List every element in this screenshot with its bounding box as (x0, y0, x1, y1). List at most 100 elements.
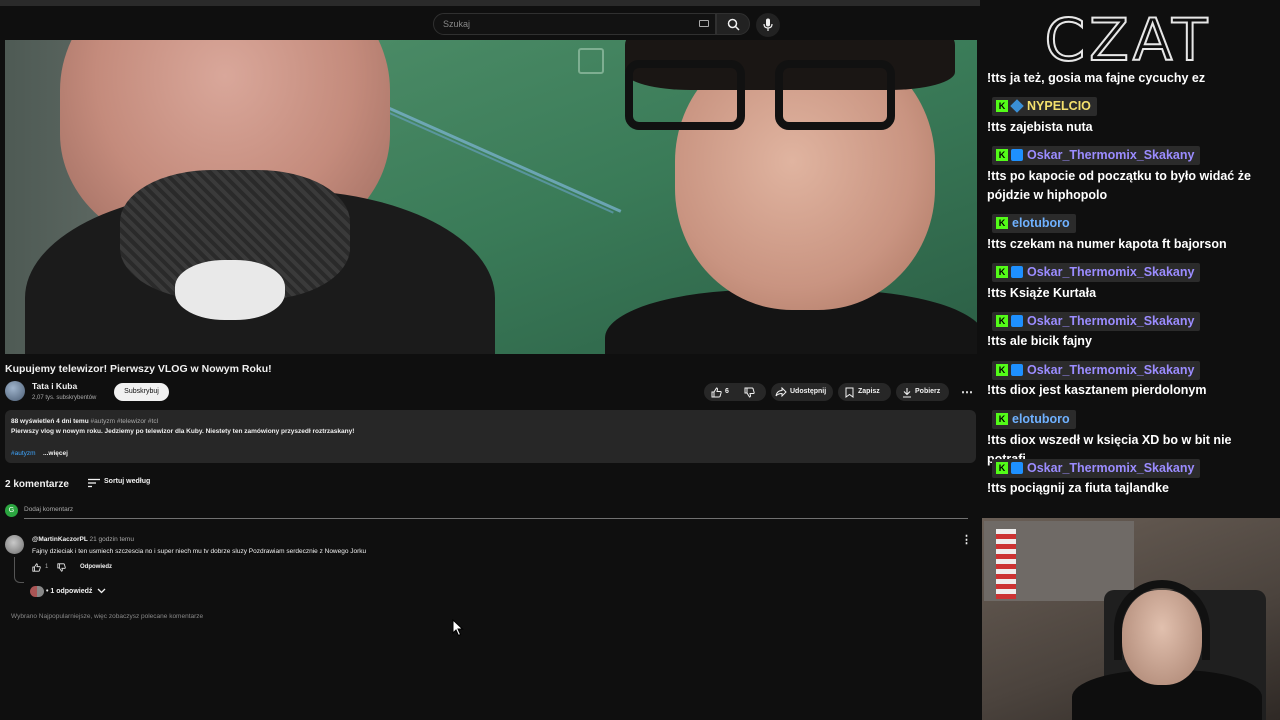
download-button[interactable]: Pobierz (896, 383, 949, 401)
kick-badge-icon: K (996, 413, 1008, 425)
stream-chat: CZAT !tts ja też, gosia ma fajne cycuchy… (980, 0, 1280, 518)
reply-button[interactable]: Odpowiedz (80, 564, 112, 570)
chat-username[interactable]: Oskar_Thermomix_Skakany (1027, 312, 1194, 331)
chat-username-badge[interactable]: K Oskar_Thermomix_Skakany (992, 312, 1201, 331)
chat-username-badge[interactable]: K Oskar_Thermomix_Skakany (992, 263, 1201, 282)
video-title: Kupujemy telewizor! Pierwszy VLOG w Nowy… (5, 363, 272, 375)
youtube-window: Szukaj Kupujemy telewizor! Pierwszy VLOG… (0, 0, 980, 720)
keyboard-icon[interactable] (699, 20, 709, 27)
chat-username[interactable]: Oskar_Thermomix_Skakany (1027, 263, 1194, 282)
chevron-down-icon[interactable] (97, 588, 106, 594)
search-button[interactable] (716, 13, 750, 35)
comment-time[interactable]: 21 godzin temu (90, 536, 134, 543)
chat-username-badge[interactable]: K Oskar_Thermomix_Skakany (992, 146, 1201, 165)
comment-author[interactable]: @MartinKaczorPL (32, 536, 88, 543)
chat-username-badge[interactable]: Kelotuboro (992, 214, 1076, 233)
sort-icon[interactable] (88, 478, 100, 488)
chat-username[interactable]: Oskar_Thermomix_Skakany (1027, 146, 1194, 165)
add-comment-input[interactable]: Dodaj komentarz (24, 506, 73, 513)
more-actions-icon[interactable]: ⋯ (959, 383, 975, 401)
share-button[interactable]: Udostępnij (771, 383, 833, 401)
comment-menu-icon[interactable]: ⋮ (961, 533, 972, 546)
subscribe-button[interactable]: Subskrybuj (114, 383, 169, 401)
thumbs-up-icon[interactable] (711, 387, 722, 398)
description-text: Pierwszy vlog w nowym roku. Jedziemy po … (11, 428, 355, 435)
webcam-feed (982, 518, 1280, 720)
search-placeholder: Szukaj (443, 19, 471, 29)
like-count: 6 (725, 388, 729, 395)
subscriber-count: 2,07 tys. subskrybentów (32, 395, 97, 401)
hashtag-link[interactable]: #autyzm (11, 450, 36, 457)
kick-badge-icon: K (996, 217, 1008, 229)
search-input[interactable]: Szukaj (433, 13, 716, 35)
chat-username[interactable]: NYPELCIO (1027, 97, 1091, 116)
save-label: Zapisz (858, 388, 880, 395)
download-icon (903, 388, 911, 398)
wall-poster (984, 521, 1134, 601)
user-avatar: G (5, 504, 18, 517)
chat-username[interactable]: elotuboro (1012, 214, 1070, 233)
chat-message-text: !tts pociągnij za fiuta tajlandke (987, 481, 1169, 495)
recommendation-note: Wybrano Najpopularniejsze, więc zobaczys… (11, 613, 204, 620)
save-button[interactable]: Zapisz (838, 383, 891, 401)
channel-avatar[interactable] (5, 381, 25, 401)
replies-toggle[interactable]: • 1 odpowiedź (46, 588, 92, 595)
comment-like-icon[interactable] (32, 563, 41, 572)
gem-badge-icon (1010, 99, 1024, 113)
description-meta: 88 wyświetleń 4 dni temu #autyzm #telewi… (11, 418, 158, 425)
chat-username-badge[interactable]: K Oskar_Thermomix_Skakany (992, 361, 1201, 380)
chat-username-badge[interactable]: Kelotuboro (992, 410, 1076, 429)
kick-badge-icon: K (996, 462, 1008, 474)
chat-message-text: !tts ale bicik fajny (987, 334, 1092, 348)
chat-message-text: !tts Książe Kurtała (987, 286, 1097, 300)
microphone-icon (763, 18, 773, 31)
subscriber-badge-icon (1011, 266, 1023, 278)
reply-thread-line (14, 557, 24, 583)
channel-name[interactable]: Tata i Kuba (32, 381, 77, 391)
share-label: Udostępnij (790, 388, 827, 395)
subscriber-badge-icon (1011, 462, 1023, 474)
video-person-man (25, 40, 495, 354)
search-icon (727, 18, 740, 31)
chat-username[interactable]: Oskar_Thermomix_Skakany (1027, 459, 1194, 478)
chat-username[interactable]: elotuboro (1012, 410, 1070, 429)
subscriber-badge-icon (1011, 315, 1023, 327)
like-dislike-group: 6 (704, 383, 766, 401)
comment-text: Fajny dzieciak i ten usmiech szczescia n… (32, 548, 367, 555)
browser-tab-strip (0, 0, 980, 6)
kick-badge-icon: K (996, 266, 1008, 278)
kick-badge-icon: K (996, 149, 1008, 161)
description-box[interactable]: 88 wyświetleń 4 dni temu #autyzm #telewi… (5, 410, 976, 463)
show-more-link[interactable]: ...więcej (43, 450, 68, 457)
comment-input-underline (24, 518, 968, 519)
reply-avatars (30, 586, 44, 597)
chat-message-text: !tts po kapocie od początku to było wida… (987, 169, 1251, 202)
chat-username-badge[interactable]: K Oskar_Thermomix_Skakany (992, 459, 1201, 478)
wall-sign (578, 48, 604, 74)
voice-search-button[interactable] (756, 13, 780, 37)
chat-title-logo: CZAT (1044, 10, 1209, 66)
video-player[interactable] (5, 40, 977, 354)
youtube-header: Szukaj (0, 0, 980, 40)
chat-message-text: !tts czekam na numer kapota ft bajorson (987, 237, 1227, 251)
kick-badge-icon: K (996, 100, 1008, 112)
comment-header: @MartinKaczorPL 21 godzin temu (32, 536, 134, 543)
comment-dislike-icon[interactable] (57, 563, 66, 572)
chat-username[interactable]: Oskar_Thermomix_Skakany (1027, 361, 1194, 380)
description-hashtags[interactable]: #autyzm #telewizor #tcl (90, 418, 158, 425)
chat-message-text: !tts zajebista nuta (987, 120, 1093, 134)
bookmark-icon (845, 387, 854, 398)
kick-badge-icon: K (996, 364, 1008, 376)
download-label: Pobierz (915, 388, 941, 395)
thumbs-down-icon[interactable] (744, 387, 755, 398)
comment-like-count: 1 (45, 564, 49, 570)
video-person-boy (605, 40, 977, 354)
chat-username-badge[interactable]: K NYPELCIO (992, 97, 1097, 116)
commenter-avatar[interactable] (5, 535, 24, 554)
sort-button[interactable]: Sortuj według (104, 478, 150, 485)
chat-message-text: !tts ja też, gosia ma fajne cycuchy ez (987, 71, 1206, 85)
chat-message-text: !tts diox jest kasztanem pierdolonym (987, 383, 1207, 397)
kick-badge-icon: K (996, 315, 1008, 327)
mouse-cursor-icon (452, 619, 464, 637)
subscriber-badge-icon (1011, 364, 1023, 376)
